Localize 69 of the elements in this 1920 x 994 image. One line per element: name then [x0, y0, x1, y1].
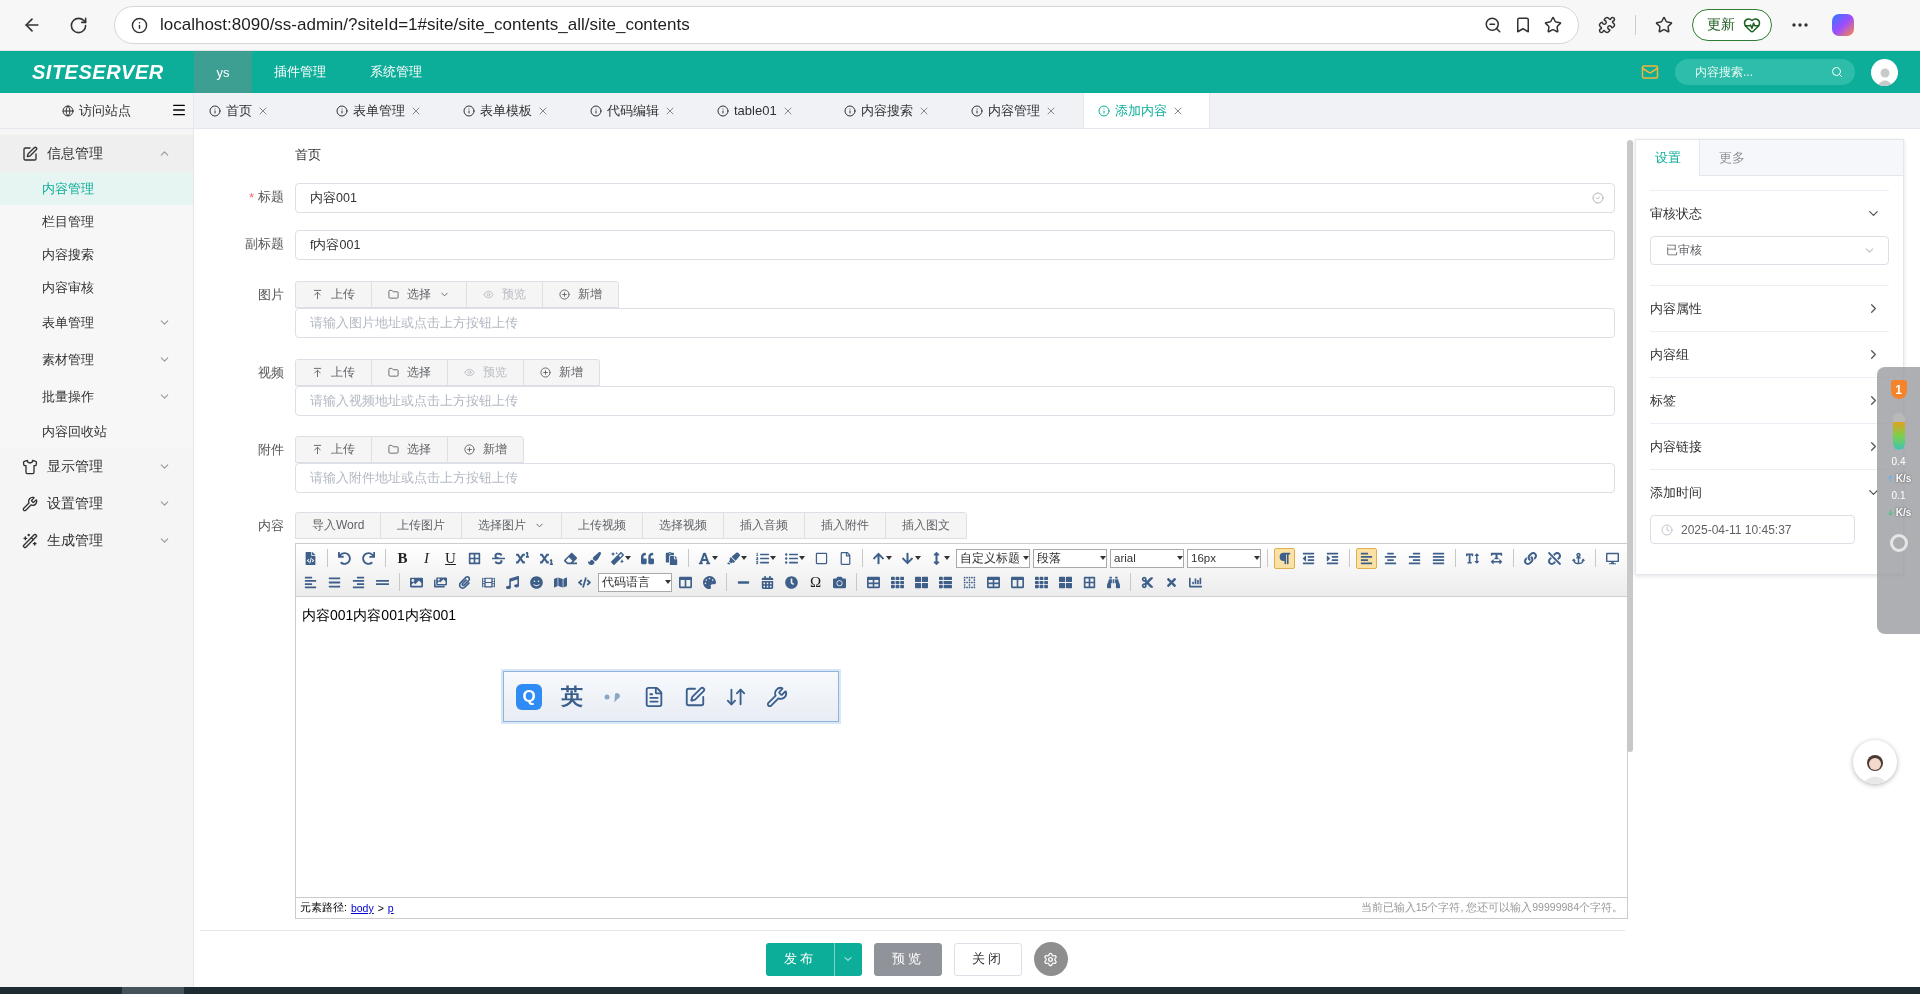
page-tab[interactable]: 代码编辑	[575, 93, 702, 128]
editor-text: 内容001内容001内容001	[302, 607, 457, 623]
text-input[interactable]: f内容001	[308, 237, 1604, 253]
url-input[interactable]: 请输入图片地址或点击上方按钮上传	[308, 315, 1604, 331]
breadcrumb: 首页	[295, 146, 322, 164]
url-text: localhost:8090/ss-admin/?siteId=1#site/site_contents_all/site_contents	[160, 15, 691, 35]
notification-badge: 1	[1890, 380, 1907, 399]
page-tab[interactable]: 内容搜索	[829, 93, 956, 128]
language-toggle[interactable]: 英	[561, 681, 583, 712]
menu-group[interactable]: 信息管理	[0, 135, 193, 172]
field-label: 附件	[258, 441, 284, 459]
toolbar-select[interactable]: 16px	[1187, 548, 1261, 568]
search-input[interactable]: 内容搜索...	[1693, 64, 1831, 80]
toolbar-select[interactable]: 段落	[1033, 548, 1107, 568]
section-header[interactable]: 标签	[1650, 378, 1889, 423]
upload-toolbar-button[interactable]: 上传	[296, 282, 372, 307]
update-button[interactable]: 更新	[1692, 9, 1772, 41]
menu-group[interactable]: 生成管理	[0, 522, 193, 559]
upload-speed: 0.4	[1891, 456, 1906, 467]
speed-unit: K/s	[1895, 507, 1912, 518]
url-field[interactable]: 请输入图片地址或点击上方按钮上传	[295, 308, 1615, 338]
field-label: 标题	[258, 188, 284, 206]
format-button[interactable]: I	[416, 547, 437, 569]
download-speed: 0.1	[1891, 490, 1906, 501]
logo: SITESERVER	[31, 60, 165, 84]
url-field[interactable]: 请输入视频地址或点击上方按钮上传	[295, 386, 1615, 416]
address-bar[interactable]: localhost:8090/ss-admin/?siteId=1#site/site_contents_all/site_contents	[114, 6, 1579, 44]
format-button[interactable]: Ω	[805, 571, 826, 593]
search-field[interactable]: 内容搜索...	[1675, 59, 1855, 85]
section-header[interactable]: 内容组	[1650, 332, 1889, 377]
path-label: 元素路径:	[300, 901, 347, 915]
upload-toolbar-button[interactable]: 上传	[296, 360, 372, 385]
required-mark: *	[248, 189, 254, 207]
menu-group[interactable]: 显示管理	[0, 448, 193, 485]
section-header[interactable]: 内容链接	[1650, 424, 1889, 469]
upload-toolbar-button[interactable]: 上传	[296, 437, 372, 462]
menu-group[interactable]: 设置管理	[0, 485, 193, 522]
page-tab[interactable]: 首页	[194, 93, 321, 128]
section-header[interactable]: 审核状态	[1650, 191, 1889, 236]
toolbar-select[interactable]: 自定义标题	[956, 548, 1030, 568]
field-label: 内容	[258, 517, 284, 535]
editor-action-button[interactable]: 导入Word	[296, 513, 382, 538]
path-link[interactable]: p	[387, 902, 394, 914]
url-input[interactable]: 请输入视频地址或点击上方按钮上传	[308, 393, 1604, 409]
toolbar-select[interactable]: arial	[1110, 548, 1184, 568]
date-time-field[interactable]: 2025-04-11 10:45:37	[1650, 515, 1855, 544]
toolbar-select[interactable]: 代码语言	[598, 572, 672, 592]
page-tab[interactable]: 表单管理	[321, 93, 448, 128]
visit-site-link[interactable]: 访问站点	[79, 101, 131, 120]
text-field[interactable]: f内容001	[295, 230, 1615, 260]
url-input[interactable]: 请输入附件地址或点击上方按钮上传	[308, 470, 1604, 486]
status-select[interactable]: 已审核	[1650, 236, 1889, 265]
section-header[interactable]: 内容属性	[1650, 286, 1889, 331]
format-button[interactable]: B	[392, 547, 413, 569]
speed-unit: K/s	[1895, 473, 1912, 484]
page-tab[interactable]: table01	[702, 93, 829, 128]
character-count: 当前已输入15个字符, 您还可以输入99999984个字符。	[1360, 901, 1623, 915]
field-label: 副标题	[245, 235, 284, 253]
url-field[interactable]: 请输入附件地址或点击上方按钮上传	[295, 463, 1615, 493]
field-label: 图片	[258, 286, 284, 304]
text-field[interactable]: 内容001	[295, 183, 1615, 213]
text-input[interactable]: 内容001	[308, 190, 1592, 206]
field-label: 视频	[258, 364, 284, 382]
path-link[interactable]: body	[350, 902, 374, 914]
path-separator: >	[377, 902, 384, 914]
page-tab[interactable]: 表单模板	[448, 93, 575, 128]
format-button[interactable]: U	[440, 547, 461, 569]
close-button[interactable]: 关闭	[953, 942, 1022, 976]
page-tab[interactable]: 内容管理	[956, 93, 1083, 128]
